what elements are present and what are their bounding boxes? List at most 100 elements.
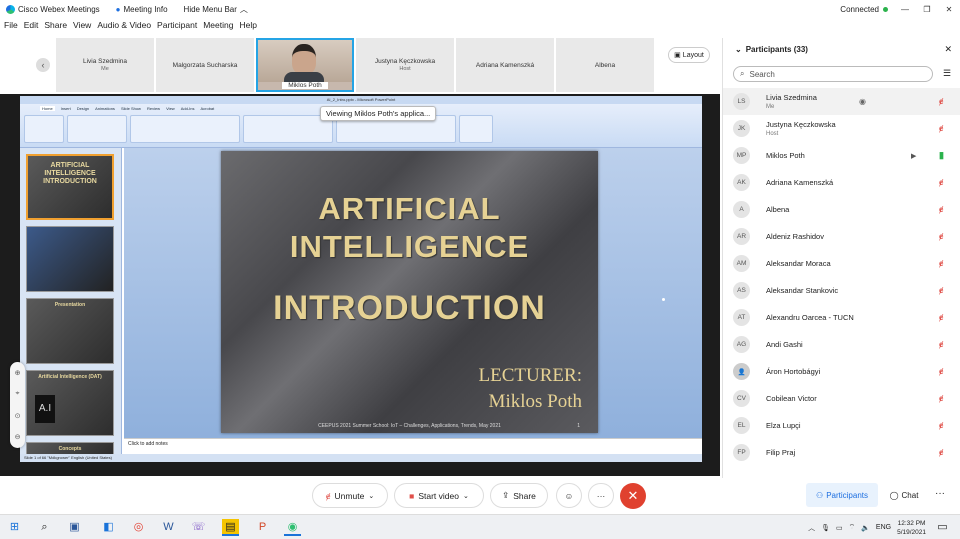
chevron-up-icon[interactable]: ︿ [808,523,815,533]
search-icon[interactable]: ⌕ [36,519,53,536]
folder-icon[interactable]: ◧ [100,519,117,536]
menu-meeting[interactable]: Meeting [203,20,233,34]
hide-menu-bar-button[interactable]: Hide Menu Bar ︿ [184,4,248,15]
participant-row[interactable]: 👤 Áron Hortobágyi ɇ [723,358,960,385]
participant-row[interactable]: AM Aleksandar Moraca ɇ [723,250,960,277]
ribbon-tab[interactable]: Home [40,105,55,111]
layout-button[interactable]: ▣ Layout [668,47,710,63]
mic-muted-icon[interactable]: ɇ [939,124,943,133]
participants-button[interactable]: ⚇ Participants [806,483,878,507]
notifications-icon[interactable]: ▭ [934,519,951,536]
ribbon-tab[interactable]: Review [147,106,160,111]
more-panels-button[interactable]: ··· [930,483,950,507]
ribbon-group-clipboard[interactable] [24,115,64,143]
restore-button[interactable]: ❐ [916,5,938,14]
wifi-icon[interactable]: ⌔ [849,523,856,532]
zoom-fit-icon[interactable]: ⊙ [15,412,21,420]
zoom-out-icon[interactable]: ⊖ [15,433,21,441]
mic-muted-icon[interactable]: ɇ [939,367,943,376]
mic-muted-icon[interactable]: ɇ [939,340,943,349]
ribbon-tab[interactable]: Insert [61,106,71,111]
mic-muted-icon[interactable]: ɇ [939,178,943,187]
more-options-button[interactable]: ··· [588,483,614,508]
participant-tile[interactable]: Albena [556,38,654,92]
participant-tile[interactable]: Adriana Kamenszká [456,38,554,92]
ribbon-tab[interactable]: Animations [95,106,115,111]
participant-row[interactable]: CV Cobilean Victor ɇ [723,385,960,412]
participant-row[interactable]: JK Justyna Kęczkowska Host ɇ [723,115,960,142]
meeting-info-button[interactable]: ● Meeting Info [116,5,168,14]
sort-list-icon[interactable]: ☰ [943,68,951,79]
ribbon-group-slides[interactable] [67,115,127,143]
participant-row[interactable]: AG Andi Gashi ɇ [723,331,960,358]
participant-tile[interactable]: Livia Szedmina Me [56,38,154,92]
save-icon[interactable]: ▣ [66,519,83,536]
ribbon-group-editing[interactable] [459,115,493,143]
menu-edit[interactable]: Edit [24,20,39,34]
mic-muted-icon[interactable]: ɇ [939,421,943,430]
input-language[interactable]: ENG [876,524,891,531]
mic-muted-icon[interactable]: ɇ [939,97,943,106]
windows-start-icon[interactable]: ⊞ [6,519,23,536]
mic-muted-icon[interactable]: ɇ [939,205,943,214]
webex-app-icon[interactable]: ◉ [284,519,301,536]
mic-muted-icon[interactable]: ɇ [939,259,943,268]
menu-view[interactable]: View [73,20,91,34]
ribbon-tab[interactable]: Acrobat [200,106,214,111]
volume-icon[interactable]: 🔈 [861,524,870,532]
mic-on-icon[interactable]: ▮ [939,150,944,161]
chat-button[interactable]: ◯ Chat [884,483,924,507]
mic-icon[interactable]: 🎙 [821,524,830,532]
active-speaker-video-tile[interactable]: Miklos Poth [256,38,354,92]
viber-icon[interactable]: ☏ [190,519,207,536]
participant-row[interactable]: FP Filip Praj ɇ [723,439,960,466]
current-slide[interactable]: ARTIFICIAL INTELLIGENCE INTRODUCTION LEC… [221,151,598,433]
participant-row[interactable]: A Albena ɇ [723,196,960,223]
slide-thumbnail[interactable]: Concepts [26,442,114,454]
participant-row[interactable]: MP Miklos Poth ▶︎ ▮ [723,142,960,169]
pointer-icon[interactable]: ⌖ [16,390,20,398]
mic-muted-icon[interactable]: ɇ [939,448,943,457]
share-button[interactable]: ⇪ Share [490,483,548,508]
participant-row[interactable]: AS Aleksandar Stankovic ɇ [723,277,960,304]
slide-thumbnail[interactable] [26,226,114,292]
slide-thumbnail[interactable]: Artificial Intelligence (DAT) A.I [26,370,114,436]
start-video-button[interactable]: ■ Start video ⌄ [394,483,484,508]
participant-search-input[interactable]: ⌕ Search [733,66,933,82]
ribbon-tab[interactable]: Slide Show [121,106,141,111]
ribbon-tab[interactable]: View [166,106,175,111]
menu-audio-video[interactable]: Audio & Video [97,20,151,34]
minimize-button[interactable]: — [894,5,916,14]
zoom-in-icon[interactable]: ⊕ [15,369,21,377]
slide-notes[interactable]: Click to add notes [124,438,702,452]
participant-row[interactable]: EL Elza Lupçi ɇ [723,412,960,439]
participant-row[interactable]: AK Adriana Kamenszká ɇ [723,169,960,196]
participant-row[interactable]: AR Aldeniz Rashidov ɇ [723,223,960,250]
mic-muted-icon[interactable]: ɇ [939,394,943,403]
system-clock[interactable]: 12:32 PM 5/19/2021 [897,519,926,537]
participant-tile[interactable]: Justyna Kęczkowska Host [356,38,454,92]
menu-share[interactable]: Share [44,20,67,34]
word-icon[interactable]: W [160,519,177,536]
unmute-button[interactable]: ɇ Unmute ⌄ [312,483,388,508]
close-panel-icon[interactable]: ✕ [944,44,952,55]
powerpoint-icon[interactable]: P [254,519,271,536]
menu-participant[interactable]: Participant [157,20,197,34]
leave-meeting-button[interactable]: ✕ [620,483,646,509]
menu-help[interactable]: Help [239,20,256,34]
chrome-icon[interactable]: ◎ [130,519,147,536]
sticky-notes-icon[interactable]: ▤ [222,519,239,536]
ribbon-tab[interactable]: Add-Ins [181,106,195,111]
ribbon-tab[interactable]: Design [77,106,89,111]
mic-muted-icon[interactable]: ɇ [939,313,943,322]
menu-file[interactable]: File [4,20,18,34]
mic-muted-icon[interactable]: ɇ [939,286,943,295]
ribbon-group-font[interactable] [130,115,240,143]
participant-row[interactable]: LS Livia Szedmina Me ◉ ɇ [723,88,960,115]
chevron-down-icon[interactable]: ⌄ [735,45,742,54]
reactions-button[interactable]: ☺ [556,483,582,508]
slide-thumbnail[interactable]: ARTIFICIAL INTELLIGENCE INTRODUCTION [26,154,114,220]
mic-muted-icon[interactable]: ɇ [939,232,943,241]
network-icon[interactable]: ▭ [836,524,843,532]
slide-thumbnail[interactable]: Presentation [26,298,114,364]
